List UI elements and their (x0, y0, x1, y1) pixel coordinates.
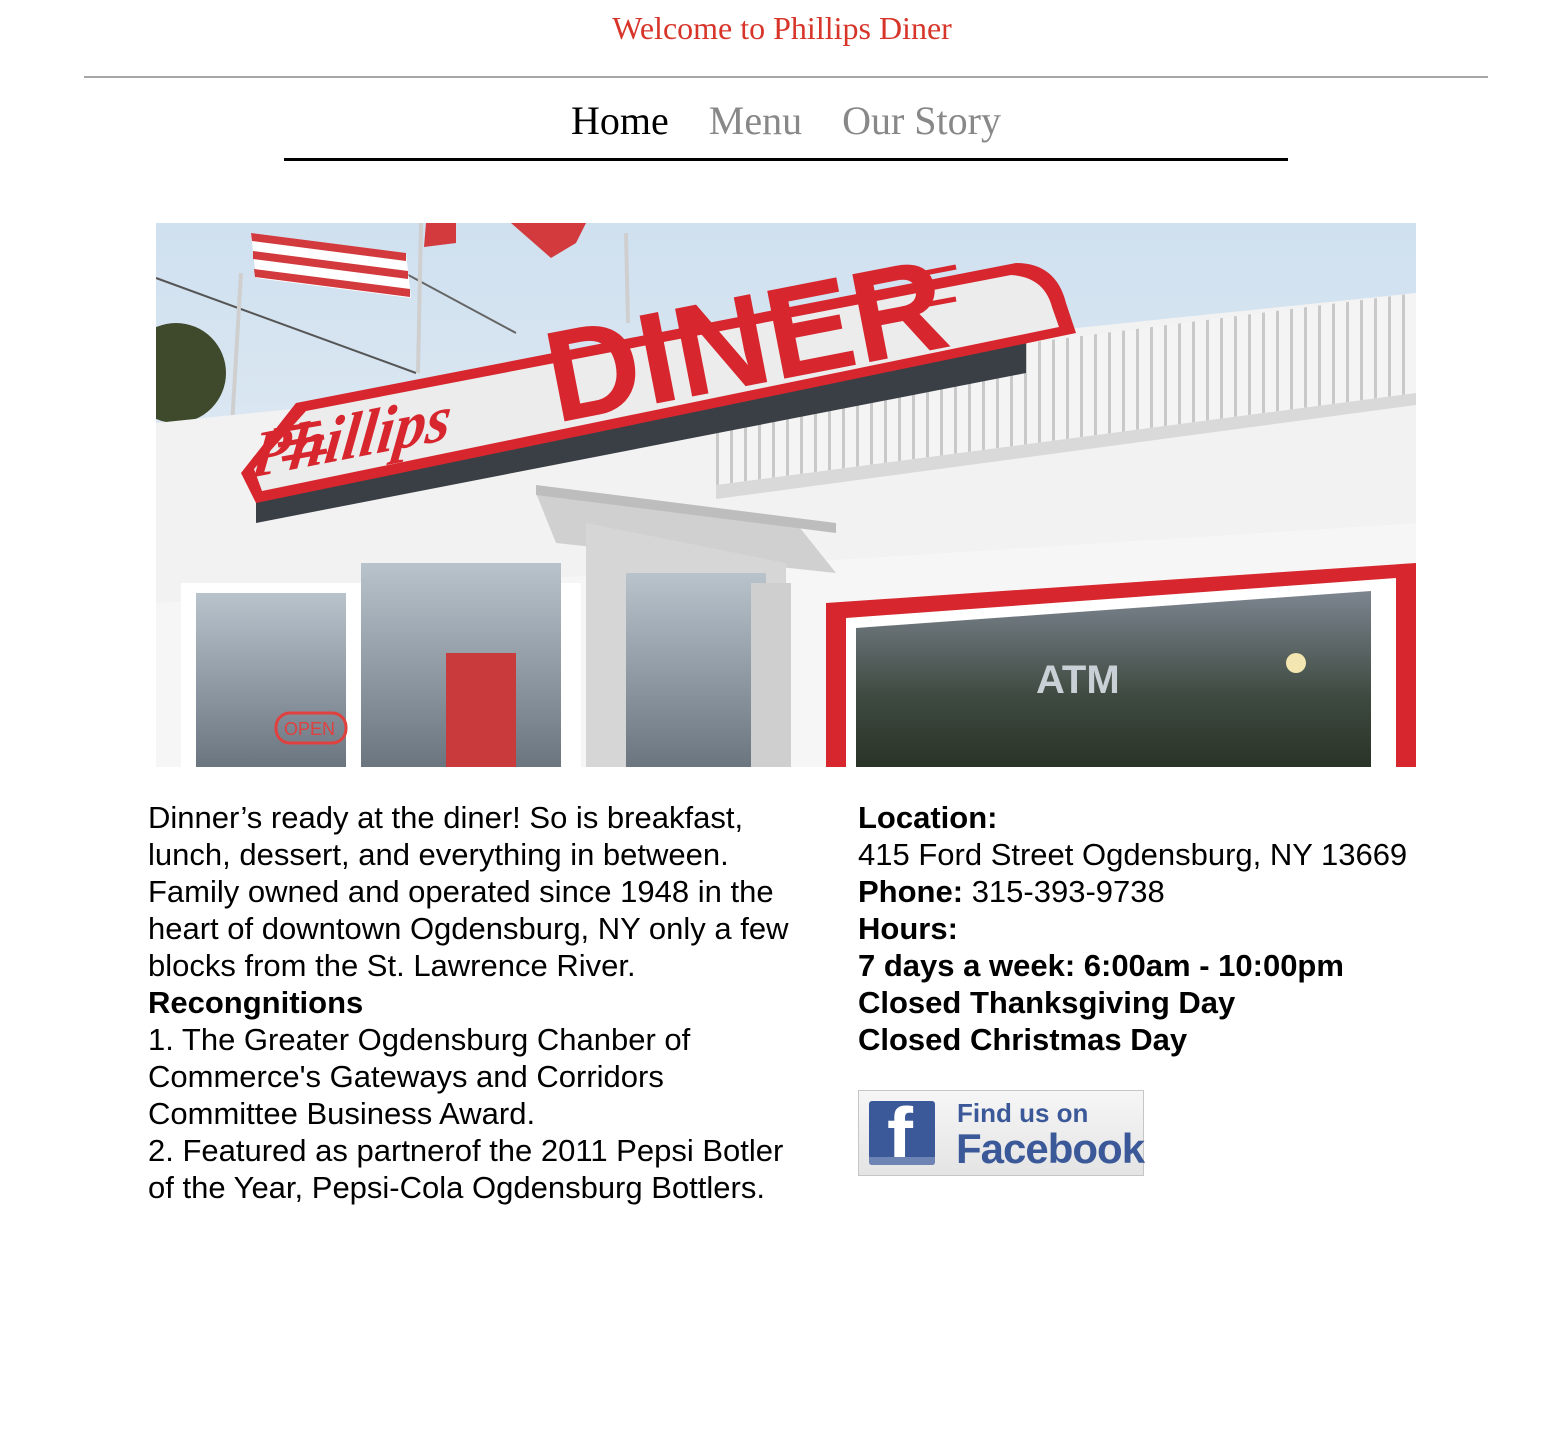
facebook-name-text: Facebook (956, 1125, 1145, 1172)
nav-home-link[interactable]: Home (571, 96, 669, 146)
info-section: Location: 415 Ford Street Ogdensburg, NY… (858, 799, 1498, 1058)
main-nav: Home Menu Our Story (284, 96, 1288, 146)
address-text: 415 Ford Street Ogdensburg, NY 13669 (858, 837, 1408, 872)
atm-reflection-text: ATM (1036, 658, 1120, 702)
top-divider (84, 76, 1488, 78)
nav-menu-link[interactable]: Menu (709, 96, 802, 146)
phone-label: Phone: (858, 874, 964, 909)
recognition-item: 1. The Greater Ogdensburg Chanber of Com… (148, 1022, 691, 1131)
phone-number: 315-393-9738 (971, 874, 1165, 909)
hours-label: Hours: (858, 911, 958, 946)
recognition-item: 2. Featured as partnerof the 2011 Pepsi … (148, 1133, 784, 1205)
recognitions-heading: Recongnitions (148, 985, 364, 1020)
nav-our-story-link[interactable]: Our Story (842, 96, 1001, 146)
nav-underline (284, 158, 1288, 161)
open-sign-text: OPEN (284, 719, 335, 739)
about-section: Dinner’s ready at the diner! So is break… (148, 799, 808, 1206)
hours-line: 7 days a week: 6:00am - 10:00pm (858, 948, 1344, 983)
facebook-badge-link[interactable]: f Find us on Facebook (858, 1090, 1145, 1176)
location-label: Location: (858, 800, 998, 835)
hours-line: Closed Christmas Day (858, 1022, 1188, 1057)
welcome-heading: Welcome to Phillips Diner (612, 10, 952, 46)
hours-line: Closed Thanksgiving Day (858, 985, 1236, 1020)
diner-storefront-photo: Phillips DINER OPEN ATM (156, 223, 1416, 767)
about-intro-text: Dinner’s ready at the diner! So is break… (148, 800, 789, 983)
facebook-icon: f (869, 1101, 935, 1165)
phone-line: Phone: 315-393-9738 (858, 873, 1498, 910)
